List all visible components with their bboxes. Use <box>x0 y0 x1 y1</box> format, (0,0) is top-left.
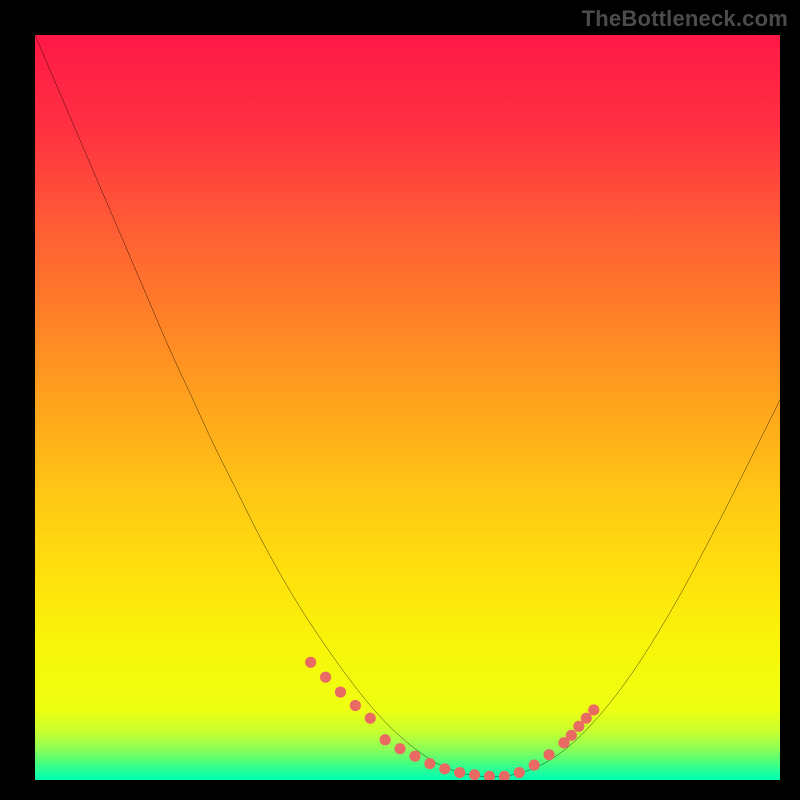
marker-dot <box>454 767 465 778</box>
marker-dot <box>409 751 420 762</box>
marker-dot <box>335 687 346 698</box>
marker-dot <box>305 657 316 668</box>
marker-dot <box>365 713 376 724</box>
marker-dot <box>543 749 554 760</box>
marker-dot <box>394 743 405 754</box>
bottleneck-curve <box>35 35 780 777</box>
marker-dot <box>380 734 391 745</box>
marker-dot <box>566 730 577 741</box>
watermark-text: TheBottleneck.com <box>582 6 788 32</box>
marker-dot <box>469 769 480 780</box>
marker-dot <box>439 763 450 774</box>
marker-dot <box>350 700 361 711</box>
plot-area <box>35 35 780 780</box>
marker-dot <box>499 771 510 780</box>
marker-dot <box>529 760 540 771</box>
chart-frame: TheBottleneck.com <box>0 0 800 800</box>
chart-svg <box>35 35 780 780</box>
marker-dot <box>424 758 435 769</box>
marker-dot <box>514 767 525 778</box>
marker-dot <box>588 704 599 715</box>
marker-dot <box>320 672 331 683</box>
marker-dots <box>305 657 599 780</box>
marker-dot <box>484 771 495 780</box>
